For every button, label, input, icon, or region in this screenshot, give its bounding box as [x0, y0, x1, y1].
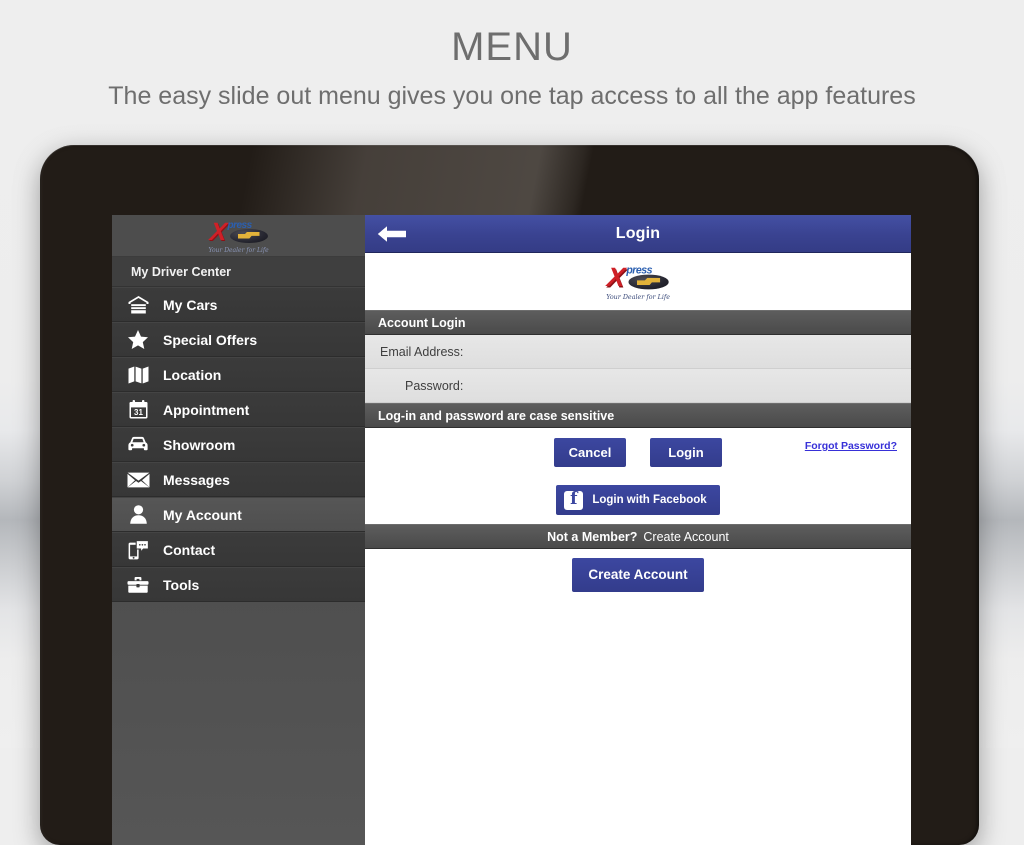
person-icon	[123, 504, 153, 526]
sidebar-item-label: My Cars	[163, 296, 218, 313]
sidebar-item-label: Special Offers	[163, 331, 258, 348]
facebook-login-label: Login with Facebook	[592, 494, 707, 506]
slide-out-menu: X press Your Dealer for Life My Driver C…	[112, 215, 365, 845]
sidebar-item-label: Appointment	[163, 401, 250, 418]
app-bar-title: Login	[615, 224, 661, 242]
password-field-label: Password:	[405, 378, 464, 393]
sidebar-item-label: Location	[163, 366, 222, 383]
sidebar-item-label: Contact	[163, 541, 216, 558]
car-icon	[123, 434, 153, 456]
sidebar-item-contact[interactable]: Contact	[112, 532, 365, 567]
login-button[interactable]: Login	[650, 437, 722, 467]
content-empty-area	[365, 601, 911, 845]
svg-text:31: 31	[134, 408, 143, 417]
back-arrow-icon[interactable]	[377, 225, 407, 243]
password-input[interactable]	[463, 369, 911, 402]
sidebar-item-my-cars[interactable]: My Cars	[112, 287, 365, 322]
create-account-text: Create Account	[643, 529, 729, 544]
login-logo-band: X press Your Dealer for Life	[365, 253, 911, 310]
map-icon	[123, 364, 153, 386]
case-sensitive-note-bar: Log-in and password are case sensitive	[365, 403, 911, 428]
headline-block: MENU The easy slide out menu gives you o…	[0, 0, 1024, 109]
star-icon	[123, 329, 153, 351]
email-field-row: Email Address:	[365, 335, 911, 369]
email-input[interactable]	[463, 335, 911, 368]
sidebar-item-location[interactable]: Location	[112, 357, 365, 392]
brand-logo-tagline: Your Dealer for Life	[606, 293, 670, 301]
login-screen: Login X press Your Dealer for Life Accou…	[365, 215, 911, 845]
facebook-login-row: Login with Facebook	[365, 476, 911, 524]
not-a-member-label: Not a Member?	[547, 529, 638, 544]
sidebar-item-label: My Account	[163, 506, 242, 523]
sidebar-item-messages[interactable]: Messages	[112, 462, 365, 497]
calendar-icon: 31	[123, 399, 153, 421]
envelope-icon	[123, 469, 153, 491]
sidebar-item-special-offers[interactable]: Special Offers	[112, 322, 365, 357]
sidebar-item-tools[interactable]: Tools	[112, 567, 365, 602]
sidebar-item-showroom[interactable]: Showroom	[112, 427, 365, 462]
sidebar-item-label: Tools	[163, 576, 200, 593]
forgot-password-link[interactable]: Forgot Password?	[805, 440, 897, 452]
login-actions-row: Cancel Login Forgot Password?	[365, 428, 911, 476]
brand-logo-x: X	[208, 217, 228, 246]
app-bar: Login	[365, 215, 911, 253]
sidebar-header-my-driver-center[interactable]: My Driver Center	[112, 257, 365, 287]
brand-logo-x: X	[605, 262, 627, 293]
sidebar-header-label: My Driver Center	[131, 264, 232, 279]
section-header-label: Account Login	[378, 315, 466, 330]
tablet-screen: X press Your Dealer for Life My Driver C…	[112, 215, 911, 845]
sidebar-item-label: Messages	[163, 471, 230, 488]
email-field-label: Email Address:	[380, 344, 464, 359]
section-header-account-login: Account Login	[365, 310, 911, 335]
sidebar-logo: X press Your Dealer for Life	[112, 215, 365, 257]
brand-logo-tagline: Your Dealer for Life	[208, 246, 269, 254]
toolbox-icon	[123, 574, 153, 596]
cancel-button[interactable]: Cancel	[554, 437, 626, 467]
sidebar-item-appointment[interactable]: 31 Appointment	[112, 392, 365, 427]
phone-chat-icon	[123, 539, 153, 561]
facebook-icon	[564, 489, 584, 510]
tablet-device-frame: X press Your Dealer for Life My Driver C…	[40, 145, 979, 845]
not-a-member-bar: Not a Member? Create Account	[365, 524, 911, 549]
password-field-row: Password:	[365, 369, 911, 403]
create-account-row: Create Account	[365, 549, 911, 601]
sidebar-item-label: Showroom	[163, 436, 236, 453]
facebook-login-button[interactable]: Login with Facebook	[556, 485, 720, 515]
sidebar-item-my-account[interactable]: My Account	[112, 497, 365, 532]
case-sensitive-note: Log-in and password are case sensitive	[378, 408, 615, 423]
create-account-button[interactable]: Create Account	[572, 558, 704, 592]
brand-logo-icon: X press Your Dealer for Life	[605, 262, 671, 301]
brand-logo-icon: X press Your Dealer for Life	[208, 217, 270, 254]
page-subtitle: The easy slide out menu gives you one ta…	[108, 82, 916, 110]
page-title: MENU	[451, 25, 573, 69]
garage-icon	[123, 294, 153, 316]
